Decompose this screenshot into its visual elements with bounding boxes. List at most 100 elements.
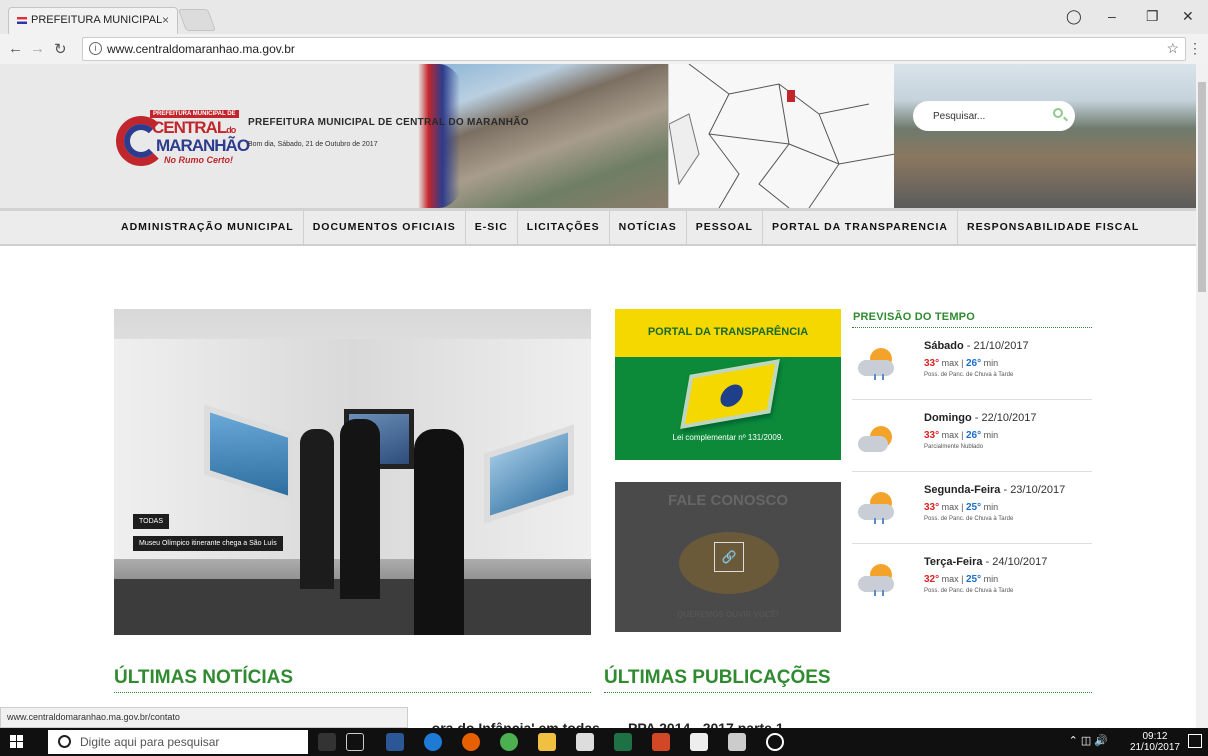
logo-slogan: No Rumo Certo! [164, 155, 233, 165]
search-placeholder: Pesquisar... [933, 111, 986, 122]
browser-menu-icon[interactable]: ⋮ [1188, 40, 1202, 57]
clock-date: 21/10/2017 [1129, 742, 1180, 753]
firefox-icon[interactable] [462, 733, 480, 751]
edge-icon[interactable] [424, 733, 442, 751]
mail-icon[interactable] [690, 733, 708, 751]
favicon-icon [17, 17, 27, 24]
weather-desc: Poss. de Panc. de Chuva à Tarde [924, 588, 1014, 594]
nav-portal[interactable]: PORTAL DA TRANSPARENCIA [763, 211, 958, 244]
word-icon[interactable] [386, 733, 404, 751]
nav-licitacoes[interactable]: LICITAÇÕES [518, 211, 610, 244]
scrollbar-thumb[interactable] [1198, 82, 1206, 292]
weather-desc: Poss. de Panc. de Chuva à Tarde [924, 372, 1014, 378]
profile-icon[interactable]: ◯ [1066, 8, 1082, 25]
calculator-icon[interactable] [728, 733, 746, 751]
sun-rain-icon [858, 492, 900, 524]
weather-date: Terça-Feira - 24/10/2017 [924, 556, 1048, 568]
news-item-partial[interactable]: ...ora do Infância' em todas [420, 720, 600, 728]
logo-do: do [226, 125, 236, 135]
news-slider[interactable] [114, 309, 591, 635]
site-title: PREFEITURA MUNICIPAL DE CENTRAL DO MARAN… [248, 117, 529, 128]
cortana-icon [58, 735, 71, 748]
clock[interactable]: 09:12 21/10/2017 [1130, 731, 1180, 753]
file-explorer-icon[interactable] [538, 733, 556, 751]
powerpoint-icon[interactable] [652, 733, 670, 751]
slide-category-tag[interactable]: TODAS [133, 514, 169, 529]
weather-desc: Parcialmente Nublado [924, 444, 984, 450]
sun-rain-icon [858, 564, 900, 596]
weather-temp: 33° max | 26° min [924, 358, 999, 369]
microphone-icon[interactable] [318, 733, 336, 751]
weather-desc: Poss. de Panc. de Chuva à Tarde [924, 516, 1014, 522]
new-tab-button[interactable] [177, 9, 217, 31]
search-input[interactable]: Pesquisar... [913, 101, 1075, 131]
nav-esic[interactable]: E-SIC [466, 211, 518, 244]
weather-day: Segunda-Feira - 23/10/2017 33° max | 25°… [852, 472, 1092, 544]
logo-line1: CENTRALdo [152, 118, 236, 138]
app-circle-icon[interactable] [766, 733, 784, 751]
bookmark-star-icon[interactable]: ☆ [1166, 40, 1179, 57]
back-icon[interactable]: ← [8, 40, 23, 57]
system-tray-icons[interactable]: ⌃ ◫ 🔊 [1069, 734, 1108, 747]
slide-person [340, 419, 380, 599]
forward-icon[interactable]: → [30, 40, 45, 57]
info-icon[interactable]: i [89, 42, 102, 55]
logo-central: CENTRAL [152, 118, 227, 137]
weather-title: PREVISÃO DO TEMPO [852, 309, 1092, 328]
map-image [668, 64, 896, 209]
section-latest-publications: ÚLTIMAS PUBLICAÇÕES [604, 667, 1092, 693]
store-icon[interactable] [576, 733, 594, 751]
weather-widget: PREVISÃO DO TEMPO Sábado - 21/10/2017 33… [852, 309, 1092, 616]
taskbar-search-placeholder: Digite aqui para pesquisar [80, 735, 220, 749]
contact-title: FALE CONOSCO [667, 492, 788, 509]
address-bar[interactable]: i www.centraldomaranhao.ma.gov.br ☆ [82, 37, 1186, 61]
nav-documentos[interactable]: DOCUMENTOS OFICIAIS [304, 211, 466, 244]
link-icon[interactable]: 🔗 [714, 542, 744, 572]
minimize-icon[interactable]: – [1108, 8, 1116, 24]
weather-date: Sábado - 21/10/2017 [924, 340, 1029, 352]
nav-pessoal[interactable]: PESSOAL [687, 211, 763, 244]
logo-top-text: PREFEITURA MUNICIPAL DE [150, 110, 239, 118]
weather-temp: 32° max | 25° min [924, 574, 999, 585]
clock-time: 09:12 [1142, 731, 1168, 742]
nav-responsabilidade[interactable]: RESPONSABILIDADE FISCAL [958, 211, 1148, 244]
main-nav: ADMINISTRAÇÃO MUNICIPAL DOCUMENTOS OFICI… [0, 208, 1196, 246]
publication-item-partial[interactable]: PPA 2014 - 2017 parte 1 [628, 720, 784, 728]
tab-close-icon[interactable]: × [162, 13, 169, 27]
greeting-date: Bom dia, Sábado, 21 de Outubro de 2017 [248, 141, 378, 148]
excel-icon[interactable] [614, 733, 632, 751]
sun-rain-icon [858, 348, 900, 380]
tab-title: PREFEITURA MUNICIPAL [31, 14, 163, 26]
fale-conosco-banner[interactable]: FALE CONOSCO 🔗 QUEREMOS OUVIR VOCÊ! [615, 482, 841, 632]
reload-icon[interactable]: ↻ [54, 40, 67, 58]
nav-noticias[interactable]: NOTÍCIAS [610, 211, 687, 244]
portal-transparencia-banner[interactable]: PORTAL DA TRANSPARÊNCIA Lei complementar… [615, 309, 841, 460]
close-window-icon[interactable]: ✕ [1182, 8, 1194, 25]
windows-start-icon[interactable] [10, 735, 24, 749]
taskbar-search-input[interactable]: Digite aqui para pesquisar [48, 730, 308, 754]
notification-icon[interactable] [1188, 734, 1202, 748]
nav-administracao[interactable]: ADMINISTRAÇÃO MUNICIPAL [112, 211, 304, 244]
url-text: www.centraldomaranhao.ma.gov.br [107, 42, 295, 56]
page-scrollbar[interactable] [1196, 64, 1208, 728]
logo-line2: MARANHÃO [156, 136, 250, 155]
task-view-icon[interactable] [346, 733, 364, 751]
tab-bar: PREFEITURA MUNICIPAL × ◯ – ❐ ✕ [0, 0, 1208, 34]
weather-date: Domingo - 22/10/2017 [924, 412, 1037, 424]
slide-caption[interactable]: Museu Olímpico itinerante chega a São Lu… [133, 536, 283, 551]
weather-day: Terça-Feira - 24/10/2017 32° max | 25° m… [852, 544, 1092, 616]
slide-person [414, 429, 464, 635]
restore-icon[interactable]: ❐ [1146, 8, 1159, 25]
address-row: ← → ↻ i www.centraldomaranhao.ma.gov.br … [0, 34, 1208, 64]
weather-temp: 33° max | 25° min [924, 502, 999, 513]
status-bar-url: www.centraldomaranhao.ma.gov.br/contato [0, 707, 408, 728]
city-banner-image [404, 64, 670, 208]
portal-footer: Lei complementar nº 131/2009. [672, 433, 784, 442]
browser-tab[interactable]: PREFEITURA MUNICIPAL × [8, 7, 178, 34]
chrome-icon[interactable] [500, 733, 518, 751]
weather-date: Segunda-Feira - 23/10/2017 [924, 484, 1066, 496]
site-logo[interactable]: PREFEITURA MUNICIPAL DE CENTRALdo MARANH… [116, 110, 250, 174]
search-icon[interactable] [1053, 108, 1063, 118]
map-banner-image [668, 64, 896, 209]
weather-day: Domingo - 22/10/2017 33° max | 26° min P… [852, 400, 1092, 472]
